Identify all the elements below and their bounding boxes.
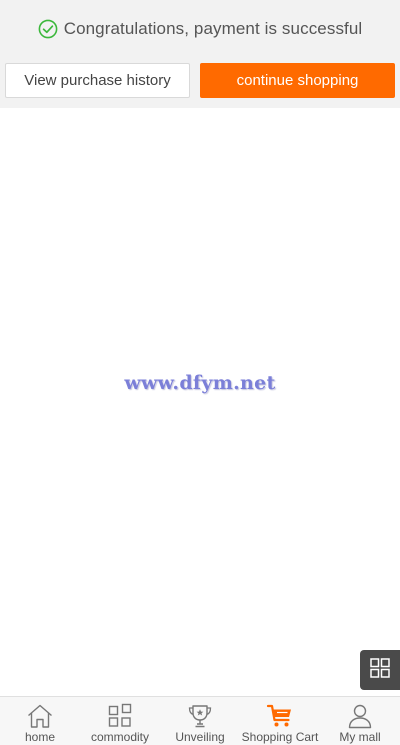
tab-commodity[interactable]: commodity	[80, 697, 160, 745]
floating-menu-button[interactable]	[360, 650, 400, 690]
trophy-icon	[186, 703, 214, 729]
success-message-row: Congratulations, payment is successful	[0, 16, 400, 42]
tab-unveiling-label: Unveiling	[175, 730, 225, 744]
tab-home-label: home	[24, 730, 56, 744]
success-message: Congratulations, payment is successful	[63, 19, 363, 38]
tab-commodity-label: commodity	[90, 730, 149, 744]
tab-my-mall[interactable]: My mall	[320, 697, 400, 745]
tab-home[interactable]: home	[0, 697, 80, 745]
tab-unveiling[interactable]: Unveiling	[160, 697, 240, 745]
tab-shopping-cart[interactable]: Shopping Cart	[240, 697, 320, 745]
tab-my-mall-label: My mall	[339, 730, 381, 744]
view-purchase-history-button[interactable]: View purchase history	[5, 63, 190, 98]
check-circle-icon	[38, 19, 58, 39]
bottom-tab-bar: home commodity Unveiling Shopping Cart M…	[0, 696, 400, 745]
user-icon	[346, 703, 374, 729]
watermark-text: www.dfym.net	[124, 372, 276, 394]
grid-menu-icon	[369, 657, 391, 684]
tab-shopping-cart-label: Shopping Cart	[241, 730, 319, 744]
home-icon	[26, 703, 54, 729]
payment-success-page: Congratulations, payment is successful V…	[0, 0, 400, 745]
continue-shopping-button[interactable]: continue shopping	[200, 63, 395, 98]
category-grid-icon	[106, 703, 134, 729]
success-panel: Congratulations, payment is successful V…	[0, 0, 400, 108]
shopping-cart-icon	[266, 703, 294, 729]
